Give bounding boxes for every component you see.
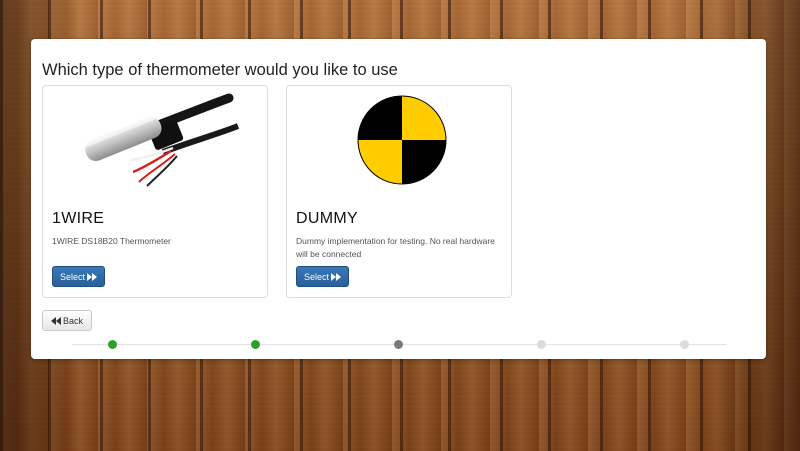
select-label: Select xyxy=(304,271,330,282)
fast-backward-icon xyxy=(51,316,61,325)
step-dot-3 xyxy=(394,340,403,349)
step-dot-1 xyxy=(108,340,117,349)
fast-forward-icon xyxy=(331,272,342,281)
option-description: 1WIRE DS18B20 Thermometer xyxy=(52,236,171,246)
option-title: 1WIRE xyxy=(52,210,105,227)
option-card-1wire: 1WIRE 1WIRE DS18B20 Thermometer Select xyxy=(42,85,268,298)
step-dot-5 xyxy=(680,340,689,349)
ds18b20-probe-image xyxy=(82,93,240,187)
option-card-dummy: DUMMY Dummy implementation for testing. … xyxy=(286,85,512,298)
step-dot-2 xyxy=(251,340,260,349)
page-title: Which type of thermometer would you like… xyxy=(42,61,398,79)
back-label: Back xyxy=(63,315,84,326)
fast-forward-icon xyxy=(87,272,98,281)
option-description: Dummy implementation for testing. No rea… xyxy=(296,236,495,259)
select-dummy-button[interactable]: Select xyxy=(296,266,350,287)
calibration-target-image xyxy=(357,95,447,185)
select-label: Select xyxy=(60,271,86,282)
step-dot-4 xyxy=(537,340,546,349)
wizard-panel: Which type of thermometer would you like… xyxy=(31,39,766,359)
option-title: DUMMY xyxy=(296,210,358,227)
select-1wire-button[interactable]: Select xyxy=(52,266,106,287)
back-button[interactable]: Back xyxy=(42,310,93,331)
